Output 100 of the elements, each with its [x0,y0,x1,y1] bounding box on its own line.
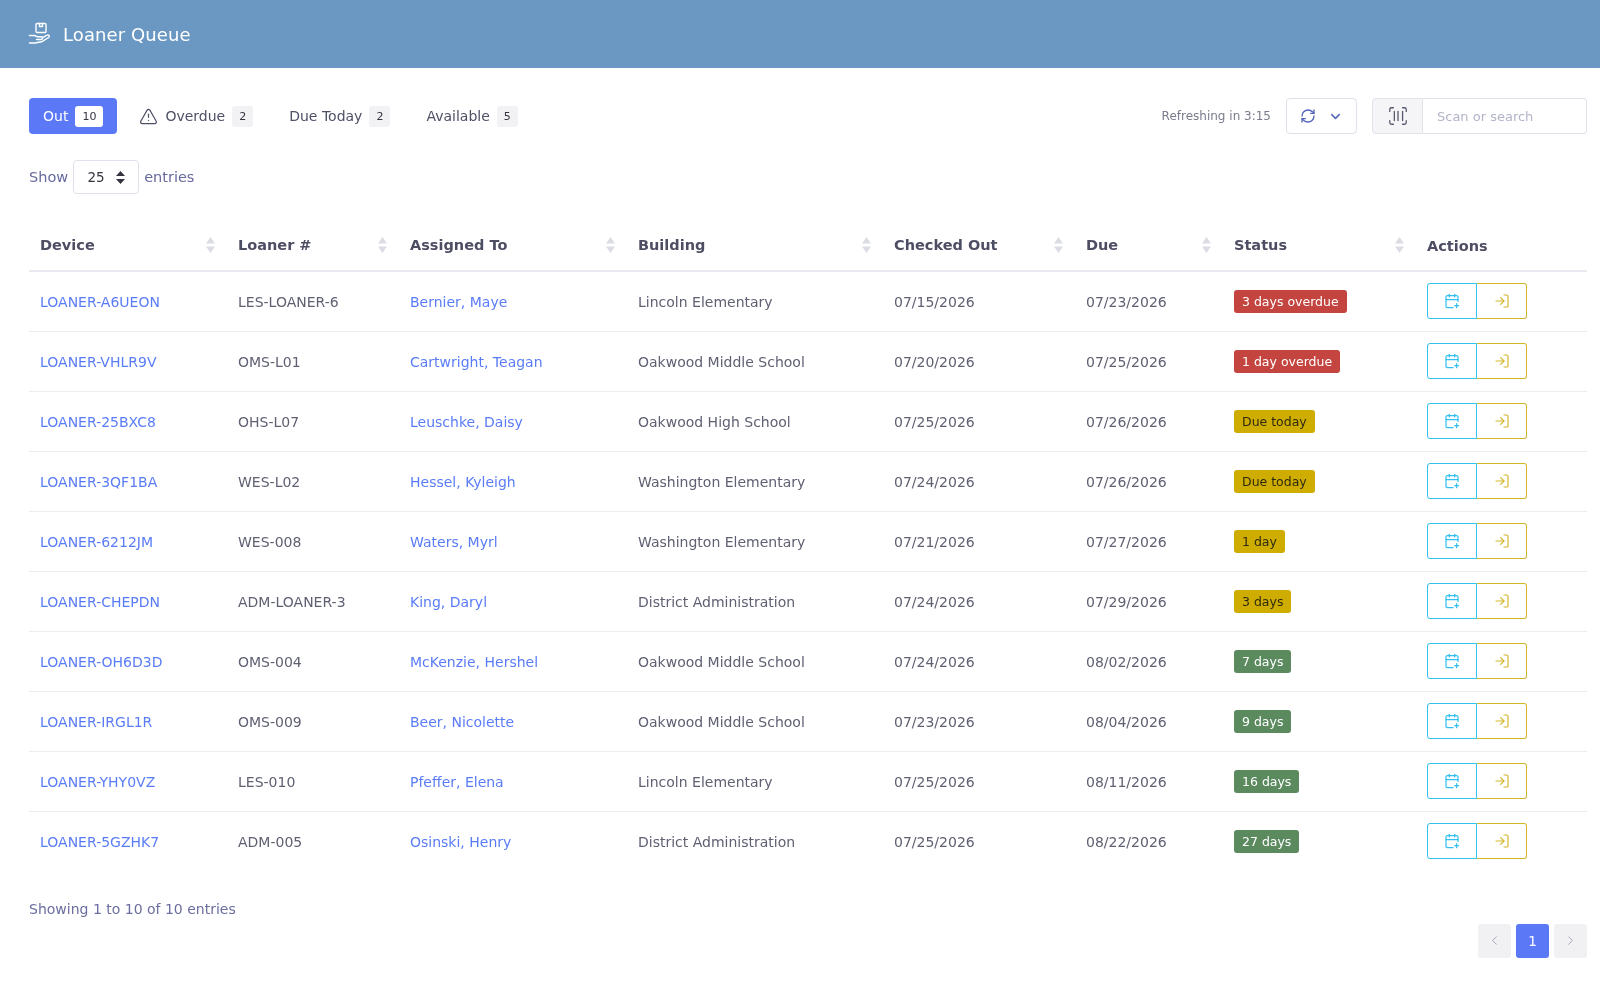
loaner-number: OMS-009 [238,713,302,730]
calendar-plus-button[interactable] [1427,763,1477,799]
sort-column-header[interactable]: Device [29,220,227,270]
assignee-link[interactable]: McKenzie, Hershel [410,653,539,670]
device-link[interactable]: LOANER-CHEPDN [40,593,161,610]
log-in-button[interactable] [1477,643,1527,679]
building-name: Oakwood Middle School [638,653,805,670]
calendar-plus-button[interactable] [1427,463,1477,499]
loaner-number: OHS-L07 [238,413,300,430]
due-date: 07/25/2026 [1086,353,1167,370]
log-in-icon [1493,833,1510,849]
device-link[interactable]: LOANER-A6UEON [40,293,160,310]
calendar-plus-button[interactable] [1427,283,1477,320]
building-name: Oakwood Middle School [638,713,805,730]
tab-count: 2 [369,105,391,127]
sort-column-header[interactable]: Loaner # [227,220,399,270]
device-link[interactable]: LOANER-OH6D3D [40,653,163,670]
assignee-link[interactable]: Bernier, Maye [410,293,508,310]
sort-column-header[interactable]: Due [1075,220,1223,270]
calendar-plus-icon [1444,413,1460,429]
tab[interactable]: Due Today 2 [275,98,405,134]
log-in-button[interactable] [1477,583,1527,619]
log-in-button[interactable] [1477,823,1527,859]
status-badge: 16 days [1234,769,1300,793]
loaner-number: WES-L02 [238,473,301,490]
entries-info: Showing 1 to 10 of 10 entries [29,899,236,919]
assignee-link[interactable]: Cartwright, Teagan [410,353,543,370]
sort-icon [206,237,215,253]
assignee-link[interactable]: Osinski, Henry [410,833,512,850]
checkout-date: 07/20/2026 [894,353,975,370]
building-name: Lincoln Elementary [638,293,773,310]
loaner-number: LES-LOANER-6 [238,293,339,310]
sort-icon [862,237,871,253]
device-link[interactable]: LOANER-VHLR9V [40,353,157,370]
due-date: 08/02/2026 [1086,653,1167,670]
log-in-button[interactable] [1477,283,1527,320]
sort-column-header[interactable]: Checked Out [883,220,1075,270]
building-name: Washington Elementary [638,533,806,550]
building-name: Oakwood High School [638,413,791,430]
due-date: 07/23/2026 [1086,293,1167,310]
calendar-plus-button[interactable] [1427,343,1477,379]
log-in-icon [1493,593,1510,609]
calendar-plus-button[interactable] [1427,523,1477,559]
entries-select[interactable]: 25 [73,160,140,194]
hand-box-icon [28,22,52,46]
barcode-scan-icon [1386,105,1409,127]
assignee-link[interactable]: Waters, Myrl [410,533,498,550]
due-date: 07/26/2026 [1086,473,1167,490]
status-badge: Due today [1234,409,1315,433]
calendar-plus-button[interactable] [1427,583,1477,619]
status-badge: 1 day [1234,529,1285,553]
calendar-plus-icon [1444,833,1460,849]
log-in-icon [1493,773,1510,789]
calendar-plus-button[interactable] [1427,823,1477,859]
calendar-plus-icon [1444,653,1460,669]
log-in-icon [1493,413,1510,429]
device-link[interactable]: LOANER-25BXC8 [40,413,156,430]
barcode-scan-button[interactable] [1372,98,1423,134]
calendar-plus-icon [1444,773,1460,789]
loaner-number: OMS-L01 [238,353,301,370]
building-name: Oakwood Middle School [638,353,805,370]
log-in-button[interactable] [1477,343,1527,379]
sort-column-header[interactable]: Building [627,220,883,270]
checkout-date: 07/24/2026 [894,473,975,490]
search-field[interactable]: Scan or search [1423,98,1587,134]
due-date: 08/04/2026 [1086,713,1167,730]
assignee-link[interactable]: Hessel, Kyleigh [410,473,516,490]
device-link[interactable]: LOANER-3QF1BA [40,473,158,490]
loaner-number: ADM-005 [238,833,303,850]
log-in-icon [1493,713,1510,729]
tab-count: 5 [496,105,518,127]
refresh-button[interactable] [1286,98,1357,134]
log-in-button[interactable] [1477,463,1527,499]
tab[interactable]: Out 10 [29,98,118,134]
calendar-plus-button[interactable] [1427,703,1477,739]
sort-column-header[interactable]: Assigned To [399,220,627,270]
device-link[interactable]: LOANER-5GZHK7 [40,833,160,850]
log-in-button[interactable] [1477,523,1527,559]
device-link[interactable]: LOANER-YHY0VZ [40,773,156,790]
sort-icon [606,237,615,253]
calendar-plus-button[interactable] [1427,643,1477,679]
refresh-icon [1300,108,1316,124]
calendar-plus-button[interactable] [1427,403,1477,439]
calendar-plus-icon [1444,473,1460,489]
log-in-button[interactable] [1477,703,1527,739]
page-button[interactable]: 1 [1516,923,1549,958]
log-in-button[interactable] [1477,763,1527,799]
tab[interactable]: Available 5 [412,98,532,134]
assignee-link[interactable]: Leuschke, Daisy [410,413,523,430]
device-link[interactable]: LOANER-6212JM [40,533,154,550]
calendar-plus-icon [1444,713,1460,729]
device-link[interactable]: LOANER-IRGL1R [40,713,153,730]
assignee-link[interactable]: Beer, Nicolette [410,713,515,730]
log-in-button[interactable] [1477,403,1527,439]
calendar-plus-icon [1444,353,1460,369]
assignee-link[interactable]: King, Daryl [410,593,488,610]
sort-column-header[interactable]: Status [1223,220,1416,270]
tab[interactable]: Overdue 2 [125,98,268,134]
show-label: Show [29,169,69,185]
assignee-link[interactable]: Pfeffer, Elena [410,773,504,790]
